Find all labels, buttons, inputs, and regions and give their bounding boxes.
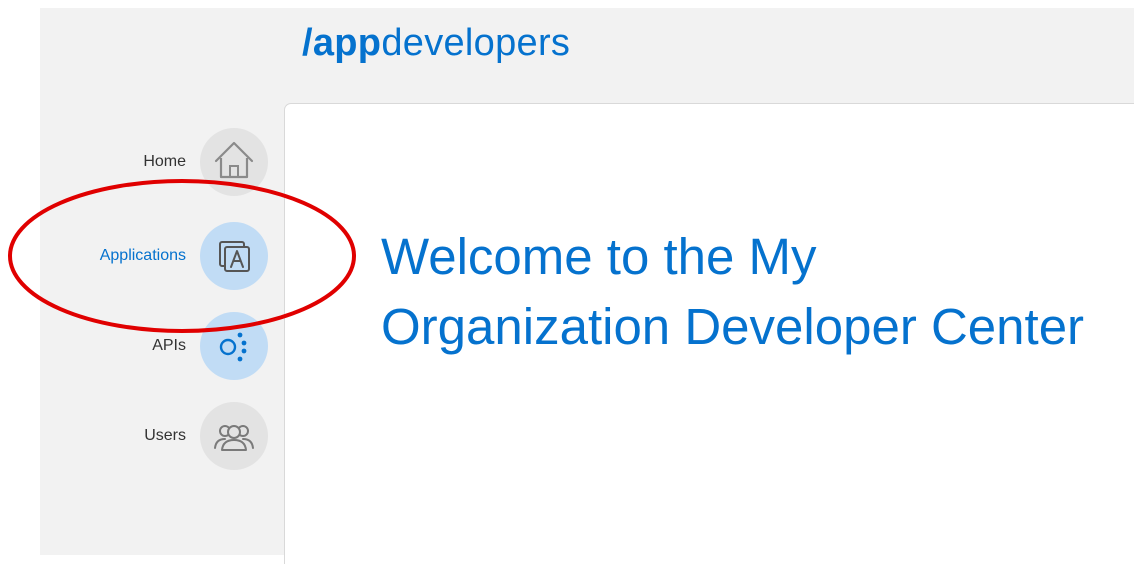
sidebar-item-label: Applications [99, 247, 186, 264]
apis-icon [200, 312, 268, 380]
welcome-heading: Welcome to the My Organization Developer… [381, 228, 1085, 355]
app-logo[interactable]: /appdevelopers [302, 20, 570, 66]
sidebar-item-label: Users [144, 427, 186, 444]
sidebar-item-label: Home [143, 153, 186, 170]
users-icon [200, 402, 268, 470]
sidebar-item-home[interactable]: Home [40, 127, 270, 197]
sidebar-item-users[interactable]: Users [40, 401, 270, 471]
sidebar-item-applications[interactable]: Applications [40, 221, 270, 291]
sidebar-item-apis[interactable]: APIs [40, 311, 270, 381]
sidebar-item-label: APIs [152, 337, 186, 354]
applications-icon [200, 222, 268, 290]
home-icon [200, 128, 268, 196]
logo-app-text: /app [302, 22, 382, 64]
logo-developers-text: developers [381, 22, 571, 64]
